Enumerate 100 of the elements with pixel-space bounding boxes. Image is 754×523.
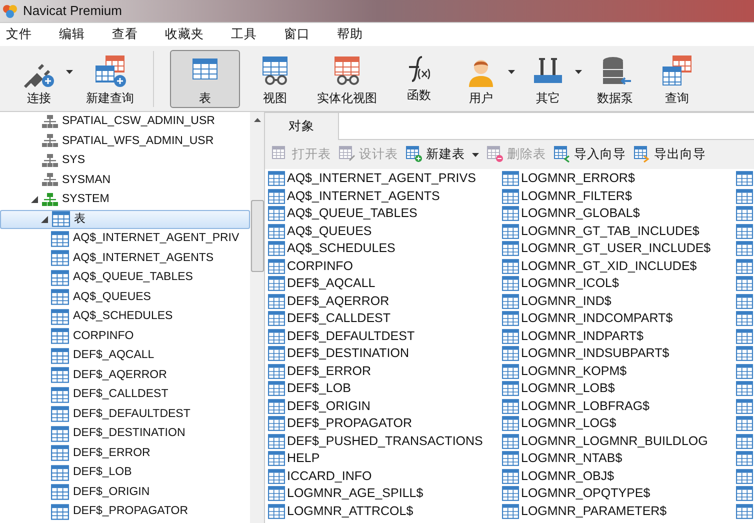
toolbar-button[interactable]: 查询 — [650, 50, 704, 108]
expanded-triangle-icon[interactable] — [31, 196, 38, 204]
tree-item[interactable]: AQ$_INTERNET_AGENTS — [0, 248, 250, 268]
caret-icon[interactable] — [66, 70, 73, 74]
table-icon — [268, 450, 285, 468]
table-item[interactable]: DEF$_DESTINATION — [268, 345, 502, 362]
table-item[interactable]: DEF$_DEFAULTDEST — [268, 328, 502, 345]
table-item[interactable]: LOGMNR_GT_USER_INCLUDE$ — [502, 240, 736, 258]
table-icon — [51, 464, 69, 482]
object-toolbar-button[interactable]: 导入向导 — [554, 145, 626, 164]
toolbar-button[interactable]: 新建查询 — [79, 50, 141, 108]
toolbar-button[interactable]: 视图 — [248, 50, 302, 108]
table-item[interactable]: LOGMNR_ATTRCOL$ — [268, 502, 502, 520]
tree-item[interactable]: SYSTEM — [0, 190, 250, 210]
menu-item[interactable]: 查看 — [112, 25, 138, 44]
menu-item[interactable]: 帮助 — [337, 25, 363, 44]
tree-item[interactable]: AQ$_INTERNET_AGENT_PRIV — [0, 229, 250, 248]
expanded-triangle-icon[interactable] — [41, 216, 48, 223]
table-item[interactable]: LOGMNR_IND$ — [502, 292, 736, 310]
table-item[interactable]: LOGMNR_GLOBAL$ — [502, 205, 736, 222]
design-table-icon — [339, 146, 356, 163]
table-item[interactable]: AQ$_INTERNET_AGENTS — [268, 188, 502, 205]
caret-icon[interactable] — [508, 70, 515, 74]
tree-item[interactable]: AQ$_QUEUES — [0, 288, 250, 307]
table-item[interactable]: AQ$_QUEUES — [268, 222, 502, 240]
tree-item[interactable]: SPATIAL_CSW_ADMIN_USR — [0, 112, 250, 132]
table-item[interactable]: AQ$_QUEUE_TABLES — [268, 205, 502, 222]
table-item[interactable]: LOGMNR_OPQTYPE$ — [502, 485, 736, 502]
menu-item[interactable]: 收藏夹 — [165, 25, 204, 44]
table-item[interactable]: LOGMNR_INDSUBPART$ — [502, 345, 736, 362]
menu-item[interactable]: 文件 — [6, 25, 32, 44]
table-item[interactable]: LOGMNR_ERROR$ — [502, 170, 736, 188]
scroll-up-icon[interactable] — [254, 118, 260, 122]
table-item[interactable]: ICCARD_INFO — [268, 468, 502, 485]
table-item[interactable]: LOGMNR_LOGMNR_BUILDLOG — [502, 432, 736, 450]
caret-icon[interactable] — [472, 152, 479, 156]
table-item[interactable]: LOGMNR_ICOL$ — [502, 275, 736, 292]
table-item[interactable]: AQ$_INTERNET_AGENT_PRIVS — [268, 170, 502, 188]
table-icon — [51, 230, 69, 248]
table-item[interactable]: LOGMNR_NTAB$ — [502, 450, 736, 468]
toolbar-button[interactable]: 实体化视图 — [310, 50, 384, 108]
table-item[interactable]: DEF$_CALLDEST — [268, 310, 502, 328]
table-icon — [502, 380, 519, 398]
table-item[interactable]: DEF$_AQCALL — [268, 275, 502, 292]
object-toolbar-button[interactable]: 导出向导 — [634, 145, 706, 164]
toolbar-button[interactable]: 其它 — [521, 50, 575, 108]
caret-icon[interactable] — [575, 70, 582, 74]
table-item[interactable]: DEF$_LOB — [268, 380, 502, 398]
table-item[interactable]: LOGMNR_OBJ$ — [502, 468, 736, 485]
tree-item[interactable]: DEF$_CALLDEST — [0, 385, 250, 404]
menu-item[interactable]: 工具 — [231, 25, 257, 44]
tree-item[interactable]: DEF$_PROPAGATOR — [0, 502, 250, 522]
table-item[interactable]: LOGMNR_GT_TAB_INCLUDE$ — [502, 222, 736, 240]
table-item[interactable]: AQ$_SCHEDULES — [268, 240, 502, 258]
table-item[interactable]: LOGMNR_AGE_SPILL$ — [268, 485, 502, 502]
tree-item[interactable]: 表 — [0, 210, 250, 229]
toolbar-button[interactable]: 函数 — [392, 50, 446, 108]
tree-item[interactable]: AQ$_SCHEDULES — [0, 307, 250, 326]
table-icon — [268, 275, 285, 292]
table-item[interactable]: DEF$_AQERROR — [268, 292, 502, 310]
table-item[interactable]: LOGMNR_LOB$ — [502, 380, 736, 398]
tree-item[interactable]: AQ$_QUEUE_TABLES — [0, 268, 250, 288]
tree-item[interactable]: DEF$_ERROR — [0, 444, 250, 463]
menu-item[interactable]: 编辑 — [59, 25, 85, 44]
table-item[interactable]: LOGMNR_PARAMETER$ — [502, 502, 736, 520]
toolbar-button[interactable]: 连接 — [12, 50, 66, 108]
table-item[interactable]: LOGMNR_FILTER$ — [502, 188, 736, 205]
table-item[interactable]: LOGMNR_LOBFRAG$ — [502, 398, 736, 415]
tree-item[interactable]: DEF$_DESTINATION — [0, 424, 250, 444]
toolbar-button[interactable]: 用户 — [454, 50, 508, 108]
object-toolbar-button[interactable]: 新建表 — [406, 145, 479, 164]
table-item[interactable]: LOGMNR_INDPART$ — [502, 328, 736, 345]
tree-item[interactable]: DEF$_ORIGIN — [0, 482, 250, 502]
table-item[interactable]: DEF$_PROPAGATOR — [268, 415, 502, 432]
scroll-thumb[interactable] — [250, 200, 264, 272]
table-item[interactable]: HELP — [268, 450, 502, 468]
tree-item[interactable]: SYSMAN — [0, 170, 250, 190]
tree-item[interactable]: SPATIAL_WFS_ADMIN_USR — [0, 132, 250, 151]
table-item[interactable]: LOGMNR_INDCOMPART$ — [502, 310, 736, 328]
table-item[interactable]: LOGMNR_LOG$ — [502, 415, 736, 432]
tree-item[interactable]: DEF$_AQCALL — [0, 346, 250, 366]
menu-item[interactable]: 窗口 — [284, 25, 310, 44]
table-item[interactable]: LOGMNR_GT_XID_INCLUDE$ — [502, 258, 736, 275]
table-icon — [268, 398, 285, 415]
table-icon — [502, 432, 519, 450]
table-item[interactable]: CORPINFO — [268, 258, 502, 275]
table-icon — [268, 468, 285, 485]
tree-item[interactable]: DEF$_AQERROR — [0, 366, 250, 385]
tree-item[interactable]: SYS — [0, 151, 250, 170]
toolbar-button[interactable]: 表 — [170, 50, 240, 108]
table-icon — [502, 362, 519, 380]
tree-item[interactable]: CORPINFO — [0, 326, 250, 346]
table-item[interactable]: DEF$_ERROR — [268, 362, 502, 380]
toolbar-button[interactable]: 数据泵 — [588, 50, 642, 108]
tree-item[interactable]: DEF$_LOB — [0, 463, 250, 482]
table-item[interactable]: DEF$_ORIGIN — [268, 398, 502, 415]
table-item[interactable]: DEF$_PUSHED_TRANSACTIONS — [268, 432, 502, 450]
scrollbar[interactable] — [250, 112, 264, 523]
tree-item[interactable]: DEF$_DEFAULTDEST — [0, 404, 250, 424]
table-item[interactable]: LOGMNR_KOPM$ — [502, 362, 736, 380]
